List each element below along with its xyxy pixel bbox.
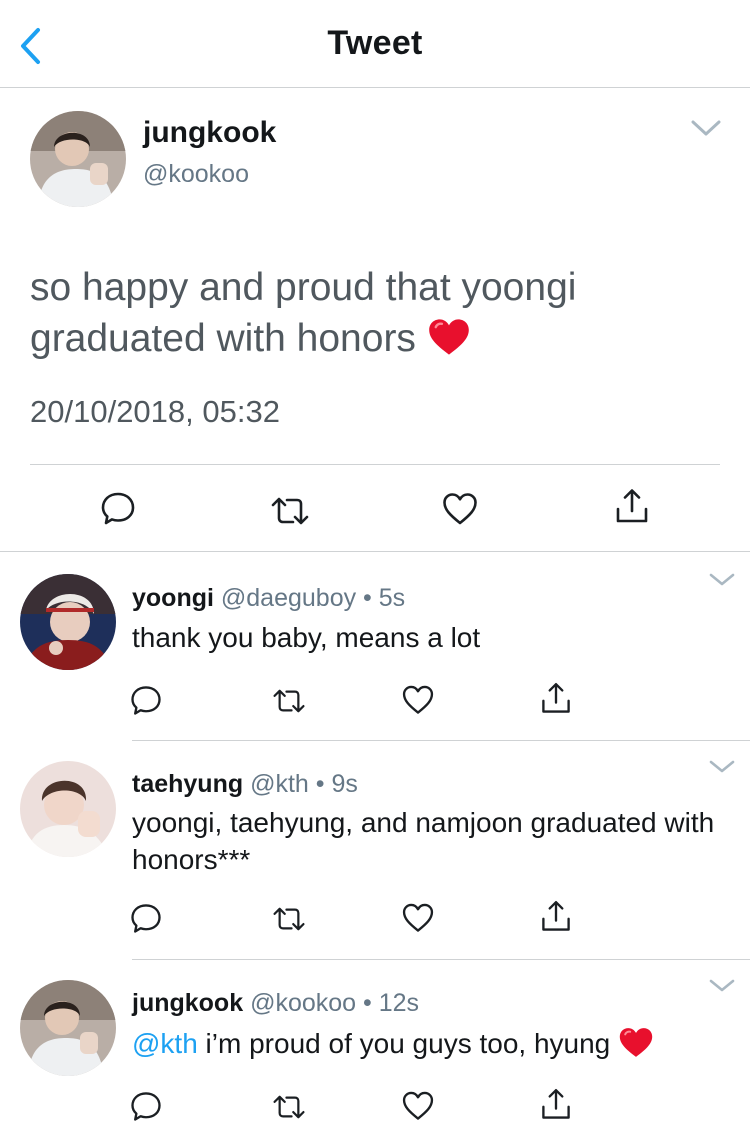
retweet-icon[interactable] (270, 902, 308, 936)
reply-icon[interactable] (128, 900, 164, 936)
retweet-icon[interactable] (268, 491, 312, 531)
chevron-down-icon (709, 760, 735, 773)
share-icon[interactable] (538, 681, 574, 717)
retweet-icon[interactable] (270, 684, 308, 718)
chevron-down-icon (691, 120, 721, 136)
divider (30, 464, 720, 465)
reply-text: @kth i’m proud of you guys too, hyung (132, 1025, 722, 1062)
share-icon[interactable] (538, 899, 574, 935)
reply-meta: @daeguboy • 5s (220, 584, 406, 612)
reply-header: jungkook @kookoo • 12s (132, 989, 419, 1018)
reply-header: taehyung @kth • 9s (132, 770, 358, 799)
retweet-icon[interactable] (270, 1090, 308, 1124)
page-title: Tweet (327, 24, 423, 62)
tweet-text-content: so happy and proud that yoongi graduated… (30, 266, 577, 360)
top-nav-bar: Tweet (0, 0, 750, 88)
share-icon[interactable] (538, 1087, 574, 1123)
red-heart-emoji-icon (427, 317, 471, 357)
reply-text: yoongi, taehyung, and namjoon graduated … (132, 807, 715, 875)
divider (0, 551, 750, 552)
reply-icon[interactable] (98, 488, 138, 528)
reply-options-button[interactable] (708, 976, 736, 994)
reply-header: yoongi @daeguboy • 5s (132, 584, 405, 613)
author-handle[interactable]: @kookoo (143, 160, 249, 189)
divider (132, 959, 750, 960)
reply-icon[interactable] (128, 682, 164, 718)
avatar[interactable] (30, 111, 126, 207)
reply-author-name[interactable]: yoongi (132, 584, 214, 612)
chevron-down-icon (709, 979, 735, 992)
avatar[interactable] (20, 980, 116, 1076)
reply-text-content: i’m proud of you guys too, hyung (197, 1028, 611, 1059)
like-icon[interactable] (400, 1088, 436, 1124)
share-icon[interactable] (612, 487, 652, 527)
reply-meta: @kth • 9s (250, 770, 358, 798)
reply-options-button[interactable] (708, 757, 736, 775)
avatar[interactable] (20, 574, 116, 670)
reply-options-button[interactable] (708, 570, 736, 588)
red-heart-emoji-icon (618, 1026, 654, 1059)
tweet-text: so happy and proud that yoongi graduated… (30, 262, 720, 364)
reply-text: thank you baby, means a lot (132, 622, 481, 653)
tweet-options-button[interactable] (689, 116, 723, 140)
mention-link[interactable]: @kth (132, 1028, 198, 1059)
like-icon[interactable] (400, 900, 436, 936)
like-icon[interactable] (400, 682, 436, 718)
reply-author-name[interactable]: jungkook (132, 989, 243, 1017)
divider (132, 740, 750, 741)
chevron-down-icon (709, 573, 735, 586)
tweet-timestamp: 20/10/2018, 05:32 (30, 394, 280, 429)
reply-meta: @kookoo • 12s (250, 989, 420, 1017)
reply-icon[interactable] (128, 1088, 164, 1124)
reply-author-name[interactable]: taehyung (132, 770, 243, 798)
like-icon[interactable] (440, 489, 480, 529)
avatar[interactable] (20, 761, 116, 857)
author-name[interactable]: jungkook (143, 116, 276, 150)
